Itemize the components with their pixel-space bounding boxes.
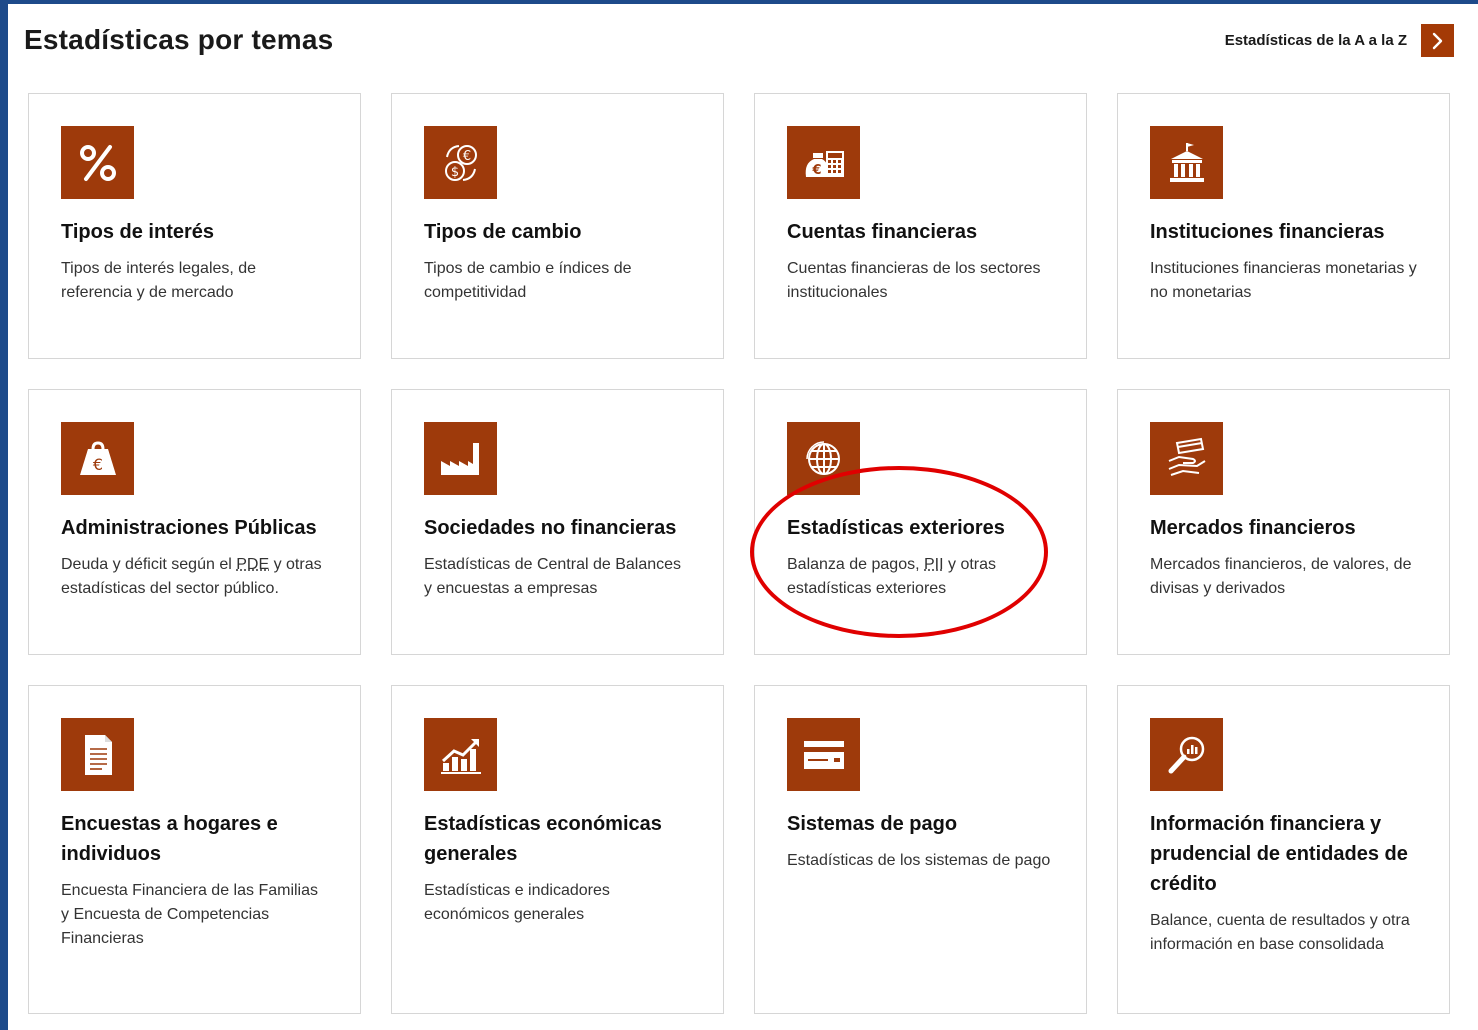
pde-abbreviation[interactable]: PDE <box>236 556 269 573</box>
card-description: Balance, cuenta de resultados y otra inf… <box>1150 912 1410 953</box>
svg-text:€: € <box>811 163 821 178</box>
card-title: Mercados financieros <box>1150 517 1356 539</box>
topic-card-sociedades-no-financieras[interactable]: Sociedades no financieras Estadísticas d… <box>391 389 724 655</box>
page-header: Estadísticas por temas Estadísticas de l… <box>24 22 1454 62</box>
svg-text:€: € <box>92 455 102 474</box>
chart-growth-icon <box>424 718 497 791</box>
card-description: Tipos de interés legales, de referencia … <box>61 260 257 301</box>
card-title: Estadísticas económicas generales <box>424 813 662 865</box>
card-title: Sociedades no financieras <box>424 517 677 539</box>
card-title: Sistemas de pago <box>787 813 958 835</box>
topic-card-mercados-financieros[interactable]: Mercados financieros Mercados financiero… <box>1117 389 1450 655</box>
pii-abbreviation[interactable]: PII <box>924 556 944 573</box>
topic-card-informacion-financiera-prudencial[interactable]: Información financiera y prudencial de e… <box>1117 685 1450 1014</box>
card-title: Tipos de cambio <box>424 221 582 243</box>
topic-card-tipos-de-cambio[interactable]: € $ Tipos de cambio Tipos de cambio e ín… <box>391 93 724 359</box>
topic-card-cuentas-financieras[interactable]: € Cuentas financieras Cuentas financiera… <box>754 93 1087 359</box>
topic-card-sistemas-de-pago[interactable]: Sistemas de pago Estadísticas de los sis… <box>754 685 1087 1014</box>
card-description: Deuda y déficit según el PDE y otras est… <box>61 553 328 601</box>
currency-exchange-icon: € $ <box>424 126 497 199</box>
card-description: Encuesta Financiera de las Familias y En… <box>61 882 319 947</box>
magnifier-chart-icon <box>1150 718 1223 791</box>
card-description: Tipos de cambio e índices de competitivi… <box>424 260 632 301</box>
card-title: Instituciones financieras <box>1150 221 1385 243</box>
topic-card-estadisticas-exteriores[interactable]: Estadísticas exteriores Balanza de pagos… <box>754 389 1087 655</box>
svg-text:$: $ <box>450 165 458 180</box>
card-description: Estadísticas de los sistemas de pago <box>787 852 1051 869</box>
topic-card-administraciones-publicas[interactable]: € Administraciones Públicas Deuda y défi… <box>28 389 361 655</box>
card-title: Información financiera y prudencial de e… <box>1150 813 1408 895</box>
chevron-right-icon[interactable] <box>1421 24 1454 57</box>
card-title: Tipos de interés <box>61 221 215 243</box>
az-link-label: Estadísticas de la A a la Z <box>1224 32 1407 49</box>
svg-text:€: € <box>462 149 470 164</box>
page-title: Estadísticas por temas <box>24 24 334 55</box>
hand-card-icon <box>1150 422 1223 495</box>
factory-icon <box>424 422 497 495</box>
desc-text: Deuda y déficit según el <box>61 556 237 573</box>
euro-weight-icon: € <box>61 422 134 495</box>
card-title: Estadísticas exteriores <box>787 517 1005 539</box>
topic-card-encuestas-hogares[interactable]: Encuestas a hogares e individuos Encuest… <box>28 685 361 1014</box>
topic-card-estadisticas-economicas[interactable]: Estadísticas económicas generales Estadí… <box>391 685 724 1014</box>
card-description: Mercados financieros, de valores, de div… <box>1150 556 1412 597</box>
topic-card-tipos-de-interes[interactable]: Tipos de interés Tipos de interés legale… <box>28 93 361 359</box>
money-calculator-icon: € <box>787 126 860 199</box>
topics-grid: Tipos de interés Tipos de interés legale… <box>28 93 1450 1014</box>
percent-icon <box>61 126 134 199</box>
desc-text: Balanza de pagos, <box>787 556 924 573</box>
card-title: Encuestas a hogares e individuos <box>61 813 278 865</box>
card-description: Balanza de pagos, PII y otras estadístic… <box>787 553 1054 601</box>
topic-card-instituciones-financieras[interactable]: Instituciones financieras Instituciones … <box>1117 93 1450 359</box>
card-description: Instituciones financieras monetarias y n… <box>1150 260 1417 301</box>
payment-card-icon <box>787 718 860 791</box>
card-description: Estadísticas de Central de Balances y en… <box>424 556 682 597</box>
card-title: Administraciones Públicas <box>61 517 317 539</box>
bank-building-icon <box>1150 126 1223 199</box>
card-description: Cuentas financieras de los sectores inst… <box>787 260 1041 301</box>
document-icon <box>61 718 134 791</box>
globe-icon <box>787 422 860 495</box>
card-title: Cuentas financieras <box>787 221 978 243</box>
az-statistics-link[interactable]: Estadísticas de la A a la Z <box>1225 24 1454 57</box>
card-description: Estadísticas e indicadores económicos ge… <box>424 882 610 923</box>
page-frame: Estadísticas por temas Estadísticas de l… <box>8 4 1478 1030</box>
